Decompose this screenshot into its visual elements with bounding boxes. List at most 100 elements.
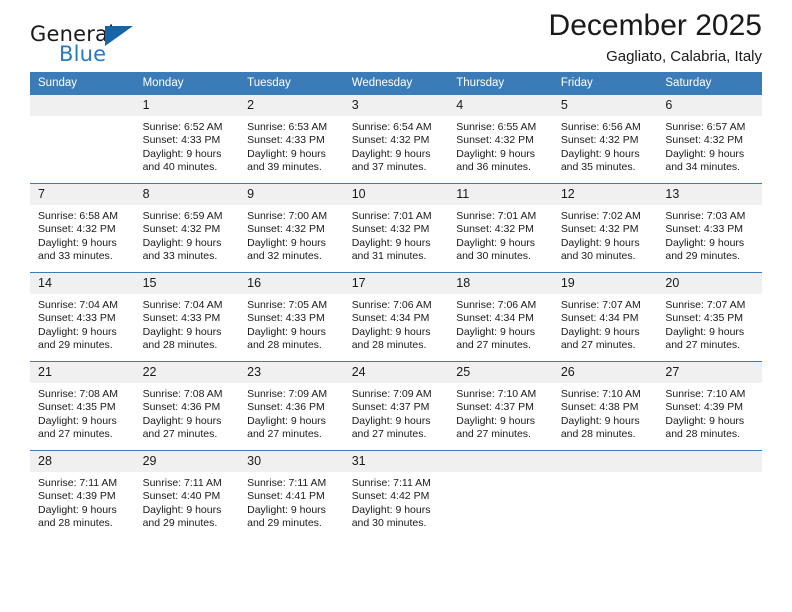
calendar-day-cell[interactable]: 14 Sunrise: 7:04 AM Sunset: 4:33 PM Dayligh… (30, 272, 135, 362)
day-number: 12 (552, 184, 658, 205)
calendar-day-cell[interactable]: 30 Sunrise: 7:11 AM Sunset: 4:41 PM Dayligh… (239, 450, 344, 540)
day-number: 1 (134, 95, 240, 116)
calendar-day-cell[interactable]: 13 Sunrise: 7:03 AM Sunset: 4:33 PM Dayligh… (657, 183, 762, 273)
sunset-text: Sunset: 4:32 PM (456, 134, 534, 147)
sunset-text: Sunset: 4:39 PM (38, 490, 116, 503)
daylight-text-line2: and 28 minutes. (560, 428, 636, 441)
calendar-day-cell[interactable]: 20 Sunrise: 7:07 AM Sunset: 4:35 PM Dayligh… (657, 272, 762, 362)
sunset-text: Sunset: 4:35 PM (38, 401, 116, 414)
daylight-text-line2: and 32 minutes. (247, 250, 322, 263)
day-number: 15 (134, 273, 240, 294)
sunrise-text: Sunrise: 7:08 AM (142, 388, 223, 400)
daylight-text-line1: Daylight: 9 hours (142, 503, 222, 516)
calendar-day-cell[interactable]: 24 Sunrise: 7:09 AM Sunset: 4:37 PM Dayligh… (343, 361, 449, 451)
day-number: 19 (552, 273, 658, 294)
calendar-day-cell[interactable]: 4 Sunrise: 6:55 AM Sunset: 4:32 PM Daylight… (448, 94, 553, 184)
sunrise-text: Sunrise: 7:11 AM (351, 477, 431, 489)
calendar-day-cell[interactable]: 15 Sunrise: 7:04 AM Sunset: 4:33 PM Dayligh… (134, 272, 240, 362)
weekday-header-wednesday: Wednesday (343, 72, 449, 95)
calendar-day-cell[interactable]: 23 Sunrise: 7:09 AM Sunset: 4:36 PM Dayligh… (239, 361, 344, 451)
daylight-text-line1: Daylight: 9 hours (247, 236, 326, 249)
calendar-day-cell[interactable]: 27 Sunrise: 7:10 AM Sunset: 4:39 PM Dayligh… (657, 361, 762, 451)
daylight-text-line2: and 27 minutes. (456, 428, 531, 441)
daylight-text-line1: Daylight: 9 hours (38, 503, 117, 516)
calendar-day-cell[interactable]: 19 Sunrise: 7:07 AM Sunset: 4:34 PM Dayligh… (552, 272, 658, 362)
calendar-day-cell[interactable]: 8 Sunrise: 6:59 AM Sunset: 4:32 PM Daylight… (134, 183, 240, 273)
daylight-text-line1: Daylight: 9 hours (560, 414, 640, 427)
daylight-text-line1: Daylight: 9 hours (665, 236, 745, 249)
day-details: Sunrise: 7:09 AM Sunset: 4:36 PM Daylight:… (239, 383, 344, 442)
daylight-text-line1: Daylight: 9 hours (38, 236, 117, 249)
daylight-text-line1: Daylight: 9 hours (142, 325, 222, 338)
calendar-day-cell[interactable]: 11 Sunrise: 7:01 AM Sunset: 4:32 PM Dayligh… (448, 183, 553, 273)
daylight-text-line1: Daylight: 9 hours (38, 325, 117, 338)
daylight-text-line1: Daylight: 9 hours (665, 414, 745, 427)
calendar-empty-cell (657, 450, 762, 540)
calendar-day-cell[interactable]: 16 Sunrise: 7:05 AM Sunset: 4:33 PM Dayligh… (239, 272, 344, 362)
calendar-day-cell[interactable]: 6 Sunrise: 6:57 AM Sunset: 4:32 PM Daylight… (657, 94, 762, 184)
daylight-text-line1: Daylight: 9 hours (560, 325, 640, 338)
calendar-day-cell[interactable]: 5 Sunrise: 6:56 AM Sunset: 4:32 PM Daylight… (552, 94, 658, 184)
sunset-text: Sunset: 4:37 PM (351, 401, 430, 414)
day-details: Sunrise: 7:11 AM Sunset: 4:41 PM Daylight:… (239, 472, 344, 531)
calendar-day-cell[interactable]: 21 Sunrise: 7:08 AM Sunset: 4:35 PM Dayligh… (30, 361, 135, 451)
sunrise-text: Sunrise: 7:02 AM (560, 210, 641, 222)
calendar-day-cell[interactable]: 28 Sunrise: 7:11 AM Sunset: 4:39 PM Dayligh… (30, 450, 135, 540)
daylight-text-line2: and 28 minutes. (351, 339, 427, 352)
calendar-day-cell[interactable]: 18 Sunrise: 7:06 AM Sunset: 4:34 PM Dayligh… (448, 272, 553, 362)
calendar-day-cell[interactable]: 31 Sunrise: 7:11 AM Sunset: 4:42 PM Dayligh… (343, 450, 449, 540)
calendar-day-cell[interactable]: 1 Sunrise: 6:52 AM Sunset: 4:33 PM Daylight… (134, 94, 240, 184)
calendar-day-cell[interactable]: 26 Sunrise: 7:10 AM Sunset: 4:38 PM Dayligh… (552, 361, 658, 451)
calendar-day-cell[interactable]: 7 Sunrise: 6:58 AM Sunset: 4:32 PM Daylight… (30, 183, 135, 273)
sunset-text: Sunset: 4:32 PM (142, 223, 221, 236)
daylight-text-line2: and 28 minutes. (142, 339, 218, 352)
day-details: Sunrise: 6:59 AM Sunset: 4:32 PM Daylight:… (135, 205, 240, 264)
calendar-day-cell[interactable]: 17 Sunrise: 7:06 AM Sunset: 4:34 PM Dayligh… (343, 272, 449, 362)
daylight-text-line1: Daylight: 9 hours (560, 147, 640, 160)
day-details: Sunrise: 7:07 AM Sunset: 4:35 PM Daylight:… (657, 294, 762, 353)
sunrise-text: Sunrise: 6:59 AM (142, 210, 223, 222)
sunrise-text: Sunrise: 7:07 AM (560, 299, 641, 311)
sunset-text: Sunset: 4:33 PM (665, 223, 744, 236)
calendar-day-cell[interactable]: 3 Sunrise: 6:54 AM Sunset: 4:32 PM Daylight… (343, 94, 449, 184)
daylight-text-line2: and 28 minutes. (247, 339, 322, 352)
calendar-day-cell[interactable]: 2 Sunrise: 6:53 AM Sunset: 4:33 PM Daylight… (239, 94, 344, 184)
calendar-day-cell[interactable]: 9 Sunrise: 7:00 AM Sunset: 4:32 PM Daylight… (239, 183, 344, 273)
daylight-text-line2: and 27 minutes. (456, 339, 531, 352)
sunrise-text: Sunrise: 7:06 AM (351, 299, 432, 311)
brand-logo[interactable]: General Blue (30, 22, 180, 70)
day-number (30, 95, 135, 116)
day-details: Sunrise: 7:10 AM Sunset: 4:38 PM Daylight:… (553, 383, 658, 442)
day-number: 29 (134, 451, 240, 472)
calendar-empty-cell (30, 94, 135, 184)
sunset-text: Sunset: 4:33 PM (247, 312, 325, 325)
day-number: 27 (657, 362, 762, 383)
sunset-text: Sunset: 4:41 PM (247, 490, 325, 503)
calendar-day-cell[interactable]: 10 Sunrise: 7:01 AM Sunset: 4:32 PM Dayligh… (343, 183, 449, 273)
sunrise-text: Sunrise: 7:08 AM (38, 388, 118, 400)
day-details: Sunrise: 7:11 AM Sunset: 4:42 PM Daylight:… (344, 472, 449, 531)
sunrise-text: Sunrise: 7:10 AM (456, 388, 537, 400)
calendar-day-cell[interactable]: 22 Sunrise: 7:08 AM Sunset: 4:36 PM Dayligh… (134, 361, 240, 451)
daylight-text-line2: and 30 minutes. (351, 517, 427, 530)
day-number: 3 (343, 95, 449, 116)
calendar-empty-cell (448, 450, 553, 540)
calendar-day-cell[interactable]: 29 Sunrise: 7:11 AM Sunset: 4:40 PM Dayligh… (134, 450, 240, 540)
brand-name-blue: Blue (59, 42, 107, 66)
calendar-week-row: 1 Sunrise: 6:52 AM Sunset: 4:33 PM Daylight… (30, 94, 762, 184)
sunset-text: Sunset: 4:39 PM (665, 401, 744, 414)
weekday-header-saturday: Saturday (657, 72, 762, 95)
daylight-text-line1: Daylight: 9 hours (247, 147, 326, 160)
calendar-day-cell[interactable]: 25 Sunrise: 7:10 AM Sunset: 4:37 PM Dayligh… (448, 361, 553, 451)
sunrise-text: Sunrise: 7:10 AM (665, 388, 746, 400)
calendar-header-row: Sunday Monday Tuesday Wednesday Thursday Frid… (30, 72, 762, 95)
day-number (448, 451, 553, 472)
sunrise-text: Sunrise: 7:05 AM (247, 299, 328, 311)
daylight-text-line1: Daylight: 9 hours (247, 414, 326, 427)
calendar-day-cell[interactable]: 12 Sunrise: 7:02 AM Sunset: 4:32 PM Dayligh… (552, 183, 658, 273)
day-number: 14 (30, 273, 135, 294)
sunrise-text: Sunrise: 6:56 AM (560, 121, 641, 133)
sunrise-text: Sunrise: 7:04 AM (38, 299, 118, 311)
day-number: 31 (343, 451, 449, 472)
daylight-text-line2: and 27 minutes. (142, 428, 218, 441)
